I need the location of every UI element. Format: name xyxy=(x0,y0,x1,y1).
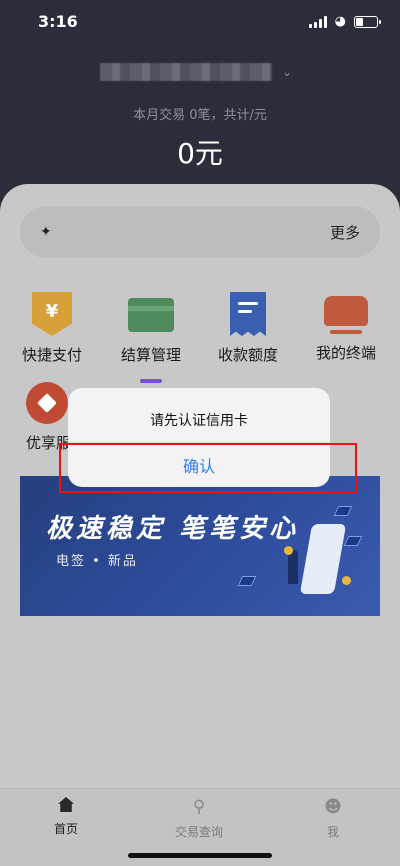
tile-settlement[interactable]: 结算管理 xyxy=(101,292,201,365)
banner-title: 极速稳定 笔笔安心 xyxy=(46,514,300,544)
merchant-selector[interactable]: ⌄ xyxy=(100,62,300,82)
status-icons: ◕ xyxy=(308,14,381,29)
main-sheet: ✦ 更多 ¥ 快捷支付 结算管理 收款额度 我的终端 优享服 极速稳定 笔笔安心 xyxy=(0,184,400,866)
tab-label: 首页 xyxy=(53,822,78,836)
yen-shield-icon: ¥ xyxy=(32,292,72,336)
battery-icon xyxy=(354,15,381,28)
signal-icon xyxy=(308,15,327,28)
status-time: 3:16 xyxy=(38,12,78,31)
tab-home[interactable]: 首页 xyxy=(6,797,126,837)
home-indicator xyxy=(128,853,272,858)
total-amount: 0元 xyxy=(177,137,223,170)
merchant-name-blurred xyxy=(100,63,272,81)
promo-banner[interactable]: 极速稳定 笔笔安心 电签 • 新品 xyxy=(20,476,380,616)
tab-transactions[interactable]: ⚲ 交易查询 xyxy=(139,797,259,840)
terminal-icon xyxy=(324,296,368,334)
search-icon: ⚲ xyxy=(192,797,206,817)
notice-bar[interactable]: ✦ 更多 xyxy=(20,206,380,258)
tile-quick-pay[interactable]: ¥ 快捷支付 xyxy=(2,292,102,365)
tab-me[interactable]: ☻ 我 xyxy=(273,797,393,840)
status-bar: 3:16 ◕ xyxy=(0,0,400,44)
partial-tile-icon xyxy=(140,379,162,383)
chevron-down-icon: ⌄ xyxy=(282,65,293,79)
diamond-icon xyxy=(26,382,68,424)
tile-limit[interactable]: 收款额度 xyxy=(198,292,298,365)
highlight-box xyxy=(59,443,357,493)
battery-level xyxy=(356,17,363,26)
dialog-message: 请先认证信用卡 xyxy=(150,413,248,429)
tile-terminal[interactable]: 我的终端 xyxy=(296,292,396,363)
user-icon: ☻ xyxy=(324,797,342,817)
bell-off-icon: ✦ xyxy=(40,224,52,240)
tile-label: 我的终端 xyxy=(315,344,376,362)
monthly-summary: 本月交易 0笔，共计/元 xyxy=(133,108,267,123)
notice-more-link[interactable]: 更多 xyxy=(330,222,360,243)
receipt-icon xyxy=(230,292,266,336)
banner-illustration xyxy=(237,506,363,606)
tile-label: 快捷支付 xyxy=(21,346,82,364)
tile-label: 结算管理 xyxy=(120,346,181,364)
card-icon xyxy=(128,298,174,332)
tab-label: 交易查询 xyxy=(174,825,223,839)
tab-bar: 首页 ⚲ 交易查询 ☻ 我 xyxy=(0,788,400,866)
tab-label: 我 xyxy=(326,825,339,839)
banner-subtitle: 电签 • 新品 xyxy=(56,554,138,569)
wifi-icon: ◕ xyxy=(334,14,346,29)
tile-label: 收款额度 xyxy=(217,346,278,364)
home-icon xyxy=(58,797,74,812)
